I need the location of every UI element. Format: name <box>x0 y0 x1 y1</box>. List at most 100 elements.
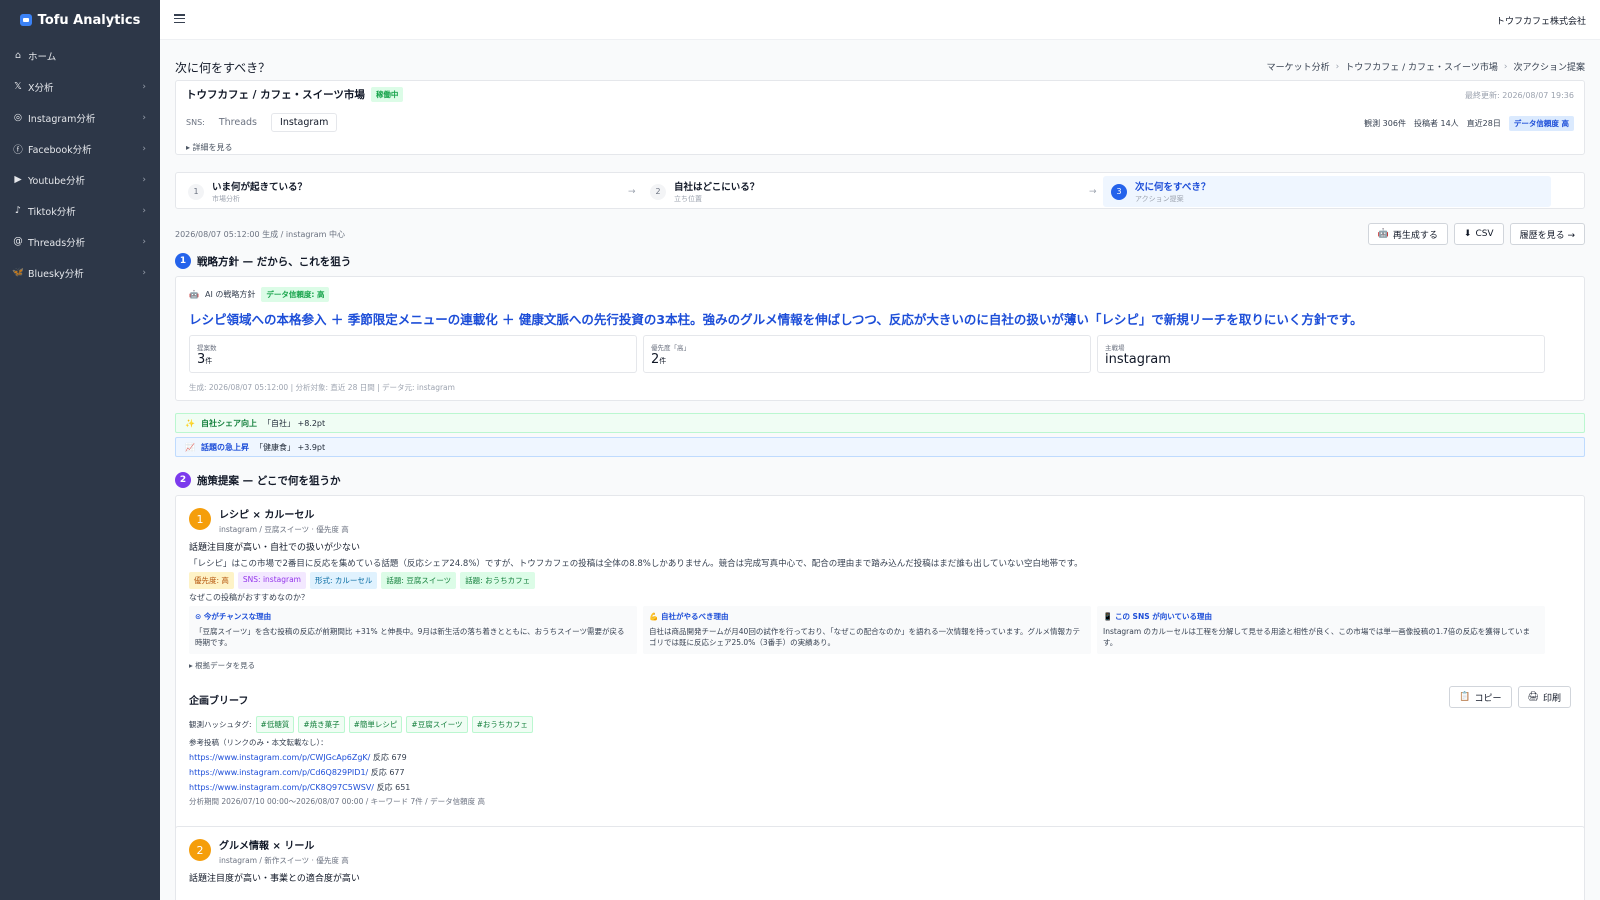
tab-threads[interactable]: Threads <box>211 114 265 131</box>
hashtag-chip[interactable]: #豆腐スイーツ <box>406 716 468 733</box>
sidebar: Tofu Analytics ⌂ ホーム 𝕏 X分析 › ◎ Instagram分析 › ⓕ Fa… <box>0 0 160 900</box>
breadcrumb-item[interactable]: トウフカフェ / カフェ・スイーツ市場 <box>1345 60 1498 73</box>
print-label: 印刷 <box>1542 693 1561 704</box>
csv-label: CSV <box>1475 229 1494 239</box>
step-subtitle: 市場分析 <box>212 195 240 203</box>
sidebar-item-6[interactable]: @ Threads分析 › <box>0 226 160 257</box>
reason-sns: 📱 この SNS が向いている理由 Instagram のカルーセルは工程を分解… <box>1097 606 1545 654</box>
step-1[interactable]: 1 いま何が起きている？ 市場分析 <box>180 176 620 207</box>
kpi-proposals: 提案数 3件 <box>189 335 637 373</box>
market-title: トウフカフェ / カフェ・スイーツ市場 <box>186 89 365 101</box>
facebook-icon: ⓕ <box>13 144 23 156</box>
sidebar-item-1[interactable]: 𝕏 X分析 › <box>0 71 160 102</box>
reference-label: 参考投稿（リンクのみ・本文転載なし）： <box>189 738 328 747</box>
stat-posters: 投稿者 14人 <box>1413 119 1459 128</box>
page-title: 次に何をすべき？ <box>175 61 271 75</box>
printer-icon: 🖨 <box>1527 692 1539 702</box>
alert-text: 「自社」 +8.2pt <box>262 418 326 428</box>
market-stats: 観測 306件 投稿者 14人 直近28日 データ信頼度 高 <box>1364 116 1574 131</box>
step-3[interactable]: 3 次に何をすべき？ アクション提案 <box>1103 176 1551 207</box>
step-2[interactable]: 2 自社はどこにいる？ 立ち位置 <box>642 176 1082 207</box>
chevron-right-icon: › <box>142 81 146 92</box>
proposal-subtitle: instagram / 新作スイーツ · 優先度 高 <box>219 856 349 865</box>
hashtag-chip[interactable]: #簡単レシピ <box>348 716 403 733</box>
step-title: 自社はどこにいる？ <box>674 182 760 193</box>
tofu-logo-icon <box>19 14 32 26</box>
strategy-card: 🤖 AI の戦略方針 データ信頼度: 高 レシピ領域への本格参入 ＋ 季節限定メ… <box>175 276 1585 401</box>
trend-up-alert: 📈 話題の急上昇 「健康食」 +3.9pt <box>175 437 1585 457</box>
action-buttons: 🤖 再生成する ⬇ CSV 履歴を見る → <box>1367 223 1585 245</box>
brand[interactable]: Tofu Analytics <box>0 0 160 40</box>
download-icon: ⬇ <box>1463 229 1472 239</box>
reference-link[interactable]: https://www.instagram.com/p/Cd6Q829PID1/ <box>189 768 368 777</box>
reason-body: 「豆腐スイーツ」を含む投稿の反応が前期間比 +31% と伸長中。9月は新生活の落… <box>195 627 625 648</box>
history-button[interactable]: 履歴を見る → <box>1509 223 1585 245</box>
sidebar-item-label: Facebook分析 <box>28 144 92 156</box>
proposal-body: 「レシピ」はこの市場で2番目に反応を集めている話題（反応シェア24.8%）ですが… <box>189 559 1083 569</box>
reference-link[interactable]: https://www.instagram.com/p/CK8Q97C5WSV/ <box>189 783 374 792</box>
proposal-subtitle: instagram / 豆腐スイーツ · 優先度 高 <box>219 525 349 534</box>
copy-button[interactable]: 📋 コピー <box>1449 686 1512 708</box>
proposal-number: 1 <box>189 508 211 530</box>
breadcrumb: マーケット分析 › トウフカフェ / カフェ・スイーツ市場 › 次アクション提案 <box>1267 60 1585 74</box>
hashtag-chip[interactable]: #低糖質 <box>255 716 295 733</box>
share-up-alert: ✨ 自社シェア向上 「自社」 +8.2pt <box>175 413 1585 433</box>
sidebar-item-label: ホーム <box>28 51 57 63</box>
sns-label: SNS: <box>186 118 205 127</box>
proposal-number: 2 <box>189 839 211 861</box>
reference-note: 反応 679 <box>372 753 407 762</box>
proposal-header: 1 レシピ × カルーセル instagram / 豆腐スイーツ · 優先度 高 <box>189 506 349 535</box>
sidebar-item-5[interactable]: ♪ Tiktok分析 › <box>0 195 160 226</box>
proposal-title: レシピ × カルーセル <box>219 510 315 521</box>
sidebar-item-2[interactable]: ◎ Instagram分析 › <box>0 102 160 133</box>
chevron-right-icon: › <box>142 174 146 185</box>
strategy-meta: 生成: 2026/08/07 05:12:00 | 分析対象: 直近 28 日間… <box>189 383 455 392</box>
tab-instagram[interactable]: Instagram <box>271 113 338 132</box>
proposal-headline: 話題注目度が高い・事業との適合度が高い <box>189 874 360 884</box>
kpi-label: 提案数 <box>197 344 217 352</box>
reason-company: 💪 自社がやるべき理由 自社は商品開発チームが月40回の試作を行っており、「なぜ… <box>643 606 1091 654</box>
reference-link[interactable]: https://www.instagram.com/p/CWJGcAp6ZgK/ <box>189 753 370 762</box>
kpi-unit: 件 <box>205 357 213 365</box>
x-logo-icon: 𝕏 <box>14 81 22 92</box>
reference-post: https://www.instagram.com/p/Cd6Q829PID1/… <box>189 767 405 778</box>
breadcrumb-item[interactable]: マーケット分析 <box>1267 60 1330 73</box>
why-title: なぜこの投稿がおすすめなのか？ <box>189 593 309 602</box>
kpi-main-platform: 主戦場 instagram <box>1097 335 1545 373</box>
print-button[interactable]: 🖨 印刷 <box>1517 686 1571 708</box>
sidebar-item-0[interactable]: ⌂ ホーム <box>0 40 160 71</box>
proposal-tag: 話題: 豆腐スイーツ <box>381 572 457 589</box>
brief-meta: 分析期間 2026/07/10 00:00〜2026/08/07 00:00 /… <box>189 797 485 806</box>
kpi-label: 主戦場 <box>1105 344 1125 352</box>
sidebar-item-4[interactable]: ▶ Youtube分析 › <box>0 164 160 195</box>
menu-toggle-icon[interactable] <box>174 14 185 23</box>
sidebar-item-7[interactable]: 🦋 Bluesky分析 › <box>0 257 160 288</box>
sidebar-item-label: Threads分析 <box>28 237 86 249</box>
alert-text: 「健康食」 +3.9pt <box>254 442 326 452</box>
sparkle-icon: ✨ <box>185 418 195 428</box>
section-number: 2 <box>175 472 191 488</box>
regenerate-button[interactable]: 🤖 再生成する <box>1367 223 1448 245</box>
sidebar-item-3[interactable]: ⓕ Facebook分析 › <box>0 133 160 164</box>
csv-button[interactable]: ⬇ CSV <box>1453 223 1504 245</box>
chevron-right-icon: › <box>142 112 146 123</box>
step-progress: 1 いま何が起きている？ 市場分析 → 2 自社はどこにいる？ 立ち位置 → 3 次… <box>175 172 1585 209</box>
copy-label: コピー <box>1474 693 1502 704</box>
proposal-header: 2 グルメ情報 × リール instagram / 新作スイーツ · 優先度 高 <box>189 837 349 866</box>
breadcrumb-separator-icon: › <box>1335 61 1340 72</box>
detail-toggle[interactable]: ▸ 詳細を見る <box>186 142 233 153</box>
step-number: 2 <box>650 183 666 200</box>
company-name[interactable]: トウフカフェ株式会社 <box>1496 14 1586 27</box>
section-number: 1 <box>175 253 191 269</box>
sns-selector: SNS: Threads Instagram <box>186 113 338 132</box>
clipboard-icon: 📋 <box>1459 692 1471 702</box>
sidebar-item-label: Youtube分析 <box>28 175 85 187</box>
proposals-heading: 2 施策提案 — どこで何を狙うか <box>175 472 341 488</box>
kpi-high-priority: 優先度「高」 2件 <box>643 335 1091 373</box>
hashtag-chip[interactable]: #おうちカフェ <box>471 716 533 733</box>
last-update: 最終更新: 2026/08/07 19:36 <box>1465 91 1574 100</box>
basis-data-toggle[interactable]: ▸ 根拠データを見る <box>189 660 255 671</box>
alert-label: 話題の急上昇 <box>200 442 249 452</box>
reliability-badge: データ信頼度: 高 <box>261 287 330 302</box>
hashtag-chip[interactable]: #焼き菓子 <box>298 716 345 733</box>
